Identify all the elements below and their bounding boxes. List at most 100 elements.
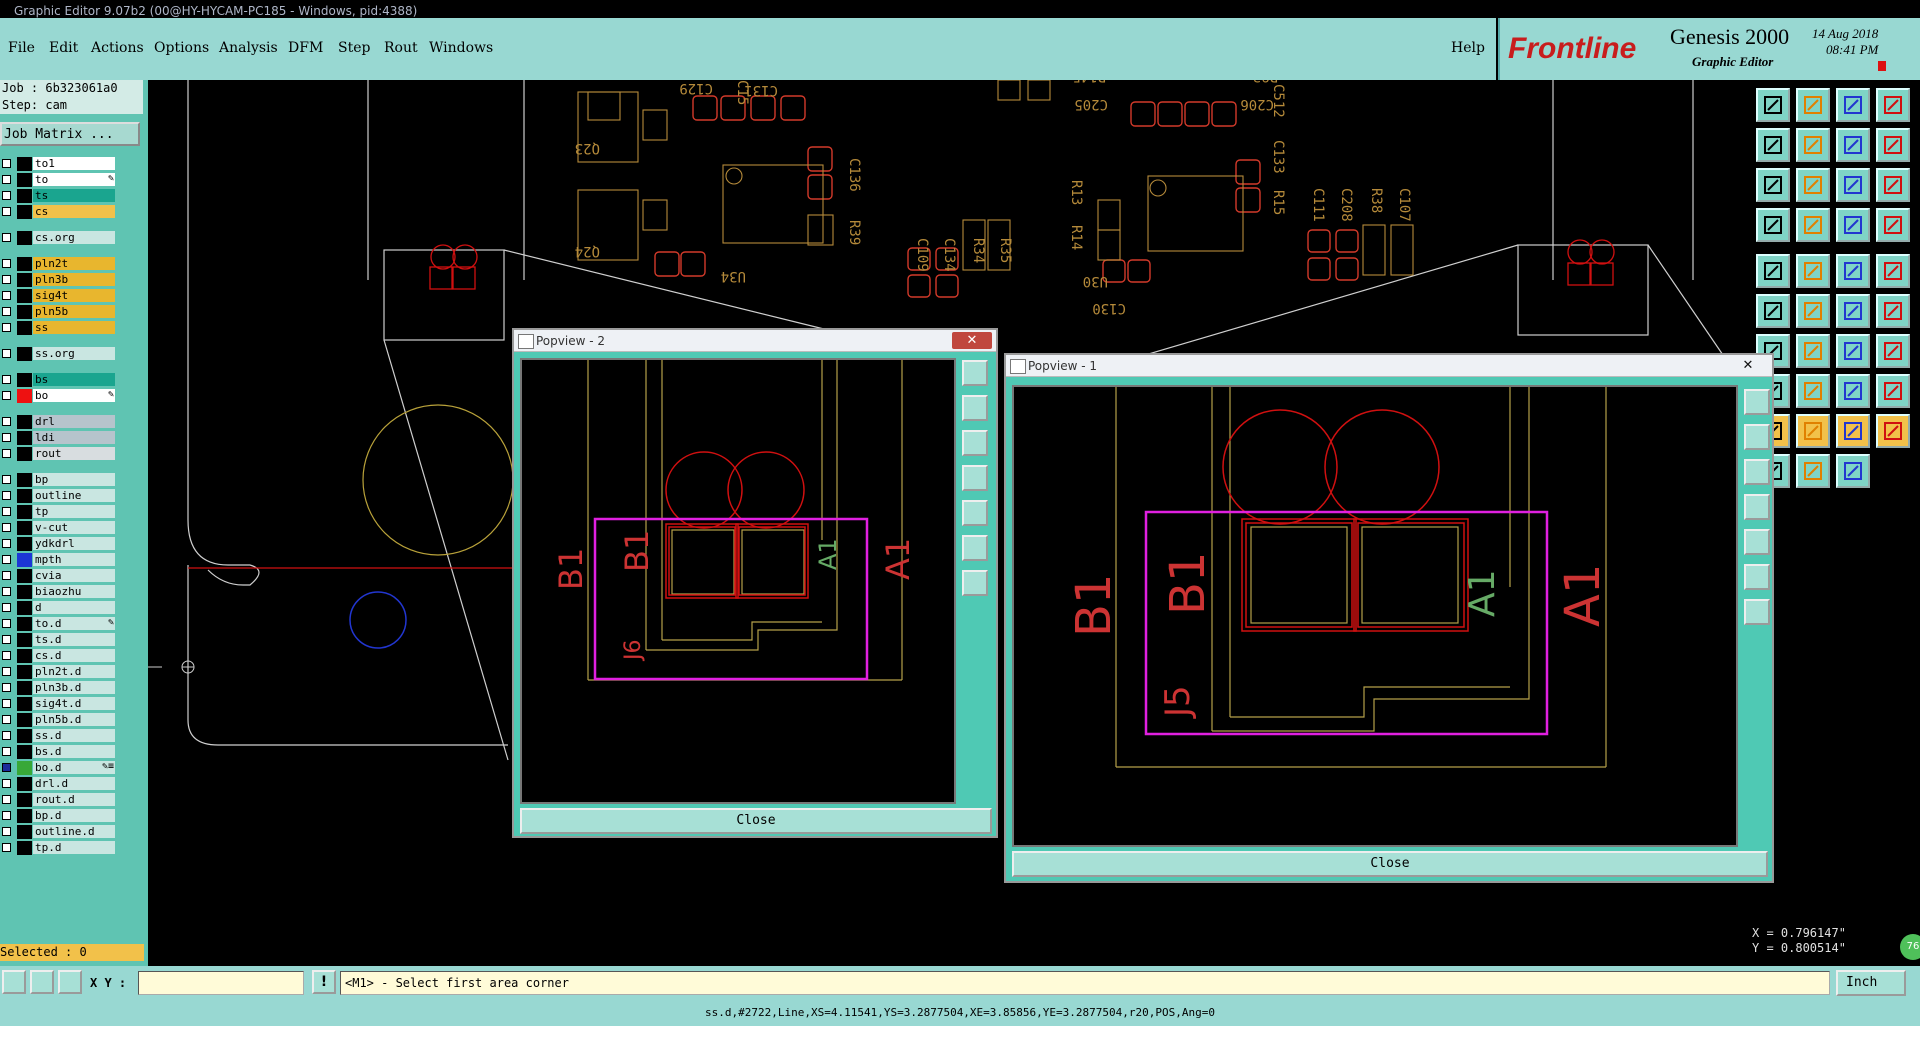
feature-icon[interactable]: [1756, 254, 1790, 288]
scale-icon[interactable]: [1836, 168, 1870, 202]
pan-left-icon[interactable]: [1744, 494, 1770, 520]
layer-checkbox[interactable]: [2, 507, 11, 516]
layer-row-pln3b-d[interactable]: pln3b.d: [0, 681, 118, 695]
layer-color-swatch[interactable]: [17, 447, 32, 461]
layer-name[interactable]: outline.d: [33, 825, 115, 838]
layout-icon[interactable]: [1876, 88, 1910, 122]
popview-2-canvas[interactable]: B1 B1 A1 J6 A1: [520, 358, 956, 804]
layer-row-drl-d[interactable]: drl.d: [0, 777, 118, 791]
layer-color-swatch[interactable]: [17, 745, 32, 759]
layer-color-swatch[interactable]: [17, 697, 32, 711]
layer-row-sig4t[interactable]: sig4t: [0, 289, 118, 303]
layer-color-swatch[interactable]: [17, 389, 32, 403]
layer-row-rout[interactable]: rout: [0, 447, 118, 461]
layer-row-sig4t-d[interactable]: sig4t.d: [0, 697, 118, 711]
pan-down-icon[interactable]: [962, 430, 988, 456]
layer-row-tp-d[interactable]: tp.d: [0, 841, 118, 855]
layer-color-swatch[interactable]: [17, 841, 32, 855]
layer-checkbox[interactable]: [2, 635, 11, 644]
menu-windows[interactable]: Windows: [429, 40, 493, 56]
layer-checkbox[interactable]: [2, 603, 11, 612]
layer-name[interactable]: tp.d: [33, 841, 115, 854]
layer-name[interactable]: ss.d: [33, 729, 115, 742]
minus-icon[interactable]: [1796, 374, 1830, 408]
layer-color-swatch[interactable]: [17, 289, 32, 303]
pointer-c-icon[interactable]: [1836, 454, 1870, 488]
curve-icon[interactable]: [1836, 334, 1870, 368]
edit-icon[interactable]: [1796, 334, 1830, 368]
layer-name[interactable]: tp: [33, 505, 115, 518]
layer-color-swatch[interactable]: [17, 473, 32, 487]
layer-checkbox[interactable]: [2, 651, 11, 660]
layer-row-ts-d[interactable]: ts.d: [0, 633, 118, 647]
menu-file[interactable]: File: [8, 40, 35, 56]
layer-checkbox[interactable]: [2, 159, 11, 168]
layer-checkbox[interactable]: [2, 433, 11, 442]
layer-color-swatch[interactable]: [17, 553, 32, 567]
home-icon[interactable]: [1836, 88, 1870, 122]
layer-row-bp[interactable]: bp: [0, 473, 118, 487]
layer-color-swatch[interactable]: [17, 321, 32, 335]
layer-checkbox[interactable]: [2, 523, 11, 532]
layer-name[interactable]: bs: [33, 373, 115, 386]
layer-row-bs-d[interactable]: bs.d: [0, 745, 118, 759]
layer-checkbox[interactable]: [2, 811, 11, 820]
layer-name[interactable]: ydkdrl: [33, 537, 115, 550]
layer-row-pln3b[interactable]: pln3b: [0, 273, 118, 287]
layer-checkbox[interactable]: [2, 191, 11, 200]
layer-checkbox[interactable]: [2, 731, 11, 740]
layer-row-ss-org[interactable]: ss.org: [0, 347, 118, 361]
layer-row-d[interactable]: d: [0, 601, 118, 615]
layer-checkbox[interactable]: [2, 715, 11, 724]
rotate-icon[interactable]: [1876, 128, 1910, 162]
layer-checkbox[interactable]: [2, 843, 11, 852]
mirror-icon[interactable]: [1836, 128, 1870, 162]
layer-color-swatch[interactable]: [17, 681, 32, 695]
layer-row-pln5b-d[interactable]: pln5b.d: [0, 713, 118, 727]
layer-name[interactable]: pln5b.d: [33, 713, 115, 726]
layer-color-swatch[interactable]: [17, 601, 32, 615]
zoom-out-icon[interactable]: [962, 570, 988, 596]
layer-row-v-cut[interactable]: v-cut: [0, 521, 118, 535]
layer-name[interactable]: biaozhu: [33, 585, 115, 598]
move-icon[interactable]: [1756, 128, 1790, 162]
layer-checkbox[interactable]: [2, 291, 11, 300]
layer-name[interactable]: bo: [33, 389, 115, 402]
layer-row-bp-d[interactable]: bp.d: [0, 809, 118, 823]
job-matrix-button[interactable]: Job Matrix ...: [0, 122, 140, 146]
layer-color-swatch[interactable]: [17, 713, 32, 727]
zoom-in-icon[interactable]: [962, 535, 988, 561]
zoom-icon[interactable]: [1796, 168, 1830, 202]
layer-row-to1[interactable]: to1: [0, 157, 118, 171]
layer-row-to-d[interactable]: to.d ✎: [0, 617, 118, 631]
layer-color-swatch[interactable]: [17, 761, 32, 775]
layer-checkbox[interactable]: [2, 275, 11, 284]
measure-tool-icon[interactable]: [30, 970, 54, 994]
popview-2-close-button[interactable]: Close: [520, 808, 992, 834]
pan-up-icon[interactable]: [962, 395, 988, 421]
layer-row-tp[interactable]: tp: [0, 505, 118, 519]
layer-name[interactable]: cs: [33, 205, 115, 218]
grid-icon[interactable]: [1796, 208, 1830, 242]
layer-color-swatch[interactable]: [17, 729, 32, 743]
pan-up-icon[interactable]: [1744, 424, 1770, 450]
grid-tool-icon[interactable]: [58, 970, 82, 994]
alert-icon[interactable]: !: [312, 970, 336, 994]
pad-icon[interactable]: [1876, 254, 1910, 288]
layer-checkbox[interactable]: [2, 475, 11, 484]
layer-checkbox[interactable]: [2, 763, 11, 772]
menu-help[interactable]: Help: [1451, 40, 1485, 56]
layer-name[interactable]: bs.d: [33, 745, 115, 758]
layer-row-ss-d[interactable]: ss.d: [0, 729, 118, 743]
layer-color-swatch[interactable]: [17, 585, 32, 599]
layer-color-swatch[interactable]: [17, 415, 32, 429]
layer-color-swatch[interactable]: [17, 431, 32, 445]
layer-checkbox[interactable]: [2, 207, 11, 216]
layer-checkbox[interactable]: [2, 779, 11, 788]
layer-checkbox[interactable]: [2, 375, 11, 384]
layer-checkbox[interactable]: [2, 449, 11, 458]
layer-row-bo[interactable]: bo ✎: [0, 389, 118, 403]
layer-color-swatch[interactable]: [17, 157, 32, 171]
layer-checkbox[interactable]: [2, 667, 11, 676]
layer-checkbox[interactable]: [2, 571, 11, 580]
